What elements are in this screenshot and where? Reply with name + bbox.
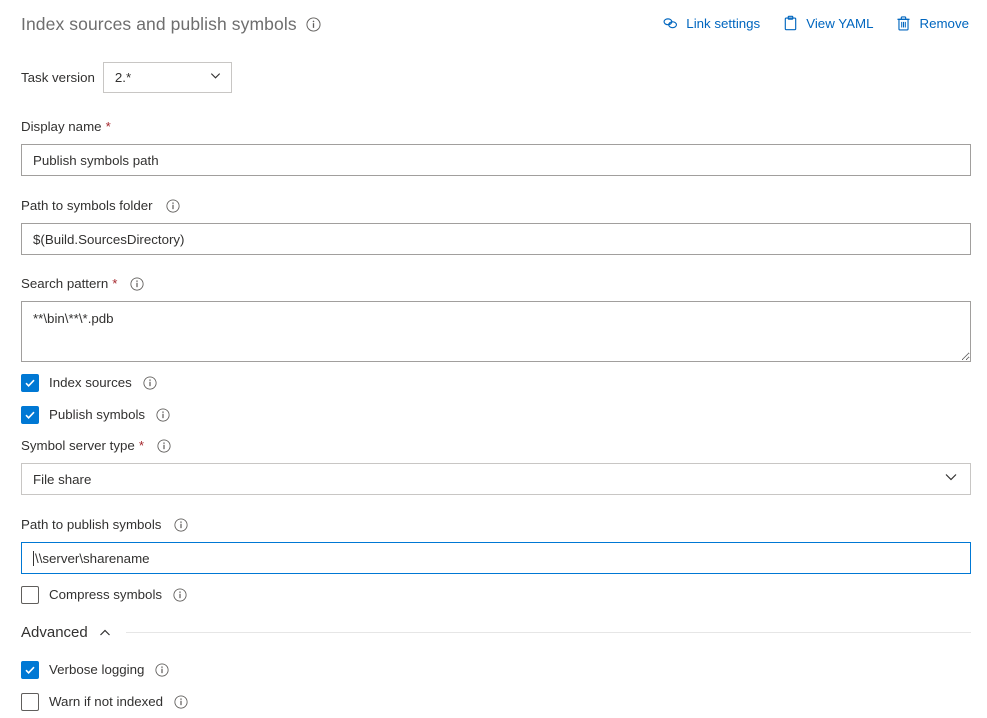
link-icon: [662, 15, 679, 32]
view-yaml-button[interactable]: View YAML: [782, 15, 873, 32]
display-name-label-text: Display name: [21, 118, 102, 135]
verbose-logging-label[interactable]: Verbose logging: [49, 662, 144, 677]
symbol-server-type-select[interactable]: File share: [21, 463, 971, 495]
index-sources-label[interactable]: Index sources: [49, 375, 132, 390]
display-name-label: Display name *: [21, 118, 971, 135]
info-icon[interactable]: [143, 376, 157, 390]
info-icon[interactable]: [173, 588, 187, 602]
trash-icon: [895, 15, 912, 32]
display-name-field: Display name *: [0, 118, 987, 176]
info-icon[interactable]: [306, 17, 321, 32]
warn-if-not-indexed-checkbox[interactable]: [21, 693, 39, 711]
symbol-server-type-value: File share: [22, 472, 91, 487]
required-asterisk: *: [112, 275, 117, 292]
info-icon[interactable]: [166, 199, 180, 213]
task-version-label: Task version: [21, 70, 95, 85]
view-yaml-label: View YAML: [806, 17, 873, 30]
info-icon[interactable]: [156, 408, 170, 422]
path-to-symbols-folder-label: Path to symbols folder: [21, 197, 971, 214]
page-title-row: Index sources and publish symbols: [21, 14, 321, 35]
panel-header: Index sources and publish symbols Link s…: [0, 0, 987, 56]
chevron-down-icon: [209, 69, 222, 87]
info-icon[interactable]: [157, 439, 171, 453]
advanced-title: Advanced: [21, 624, 88, 641]
chevron-up-icon[interactable]: [98, 626, 112, 640]
verbose-logging-checkbox-row[interactable]: Verbose logging: [0, 659, 987, 680]
required-asterisk: *: [106, 118, 111, 135]
task-form: Display name * Path to symbols folder: [0, 118, 987, 712]
advanced-section-header[interactable]: Advanced: [0, 624, 987, 641]
path-to-publish-symbols-input[interactable]: \\server\sharename: [21, 542, 971, 574]
compress-symbols-label[interactable]: Compress symbols: [49, 587, 162, 602]
required-asterisk: *: [139, 437, 144, 454]
search-pattern-field: Search pattern * **\bin\**\*.pdb: [0, 275, 987, 362]
chevron-down-icon: [944, 470, 958, 489]
publish-symbols-checkbox[interactable]: [21, 406, 39, 424]
page-title: Index sources and publish symbols: [21, 14, 297, 35]
info-icon[interactable]: [174, 695, 188, 709]
verbose-logging-checkbox[interactable]: [21, 661, 39, 679]
link-settings-button[interactable]: Link settings: [662, 15, 760, 32]
warn-if-not-indexed-checkbox-row[interactable]: Warn if not indexed: [0, 691, 987, 712]
clipboard-icon: [782, 15, 799, 32]
text-caret: [33, 551, 34, 566]
info-icon[interactable]: [155, 663, 169, 677]
search-pattern-label: Search pattern *: [21, 275, 971, 292]
path-to-publish-symbols-field: Path to publish symbols \\server\sharena…: [0, 516, 987, 574]
info-icon[interactable]: [130, 277, 144, 291]
symbol-server-type-label-text: Symbol server type: [21, 437, 135, 454]
task-version-select[interactable]: 2.*: [103, 62, 232, 93]
info-icon[interactable]: [174, 518, 188, 532]
symbol-server-type-field: Symbol server type * File share: [0, 437, 987, 495]
warn-if-not-indexed-label[interactable]: Warn if not indexed: [49, 694, 163, 709]
advanced-divider: [126, 632, 971, 633]
task-version-row: Task version 2.*: [21, 62, 232, 93]
header-actions: Link settings View YAML: [662, 15, 969, 32]
symbol-server-type-label: Symbol server type *: [21, 437, 971, 454]
search-pattern-label-text: Search pattern: [21, 275, 108, 292]
remove-button[interactable]: Remove: [895, 15, 969, 32]
path-to-publish-symbols-label: Path to publish symbols: [21, 516, 971, 533]
task-config-panel: Index sources and publish symbols Link s…: [0, 0, 987, 718]
index-sources-checkbox-row[interactable]: Index sources: [0, 372, 987, 393]
path-to-symbols-folder-label-text: Path to symbols folder: [21, 197, 153, 214]
index-sources-checkbox[interactable]: [21, 374, 39, 392]
publish-symbols-label[interactable]: Publish symbols: [49, 407, 145, 422]
display-name-input[interactable]: [21, 144, 971, 176]
path-to-symbols-folder-field: Path to symbols folder: [0, 197, 987, 255]
publish-symbols-checkbox-row[interactable]: Publish symbols: [0, 404, 987, 425]
search-pattern-textarea[interactable]: **\bin\**\*.pdb: [21, 301, 971, 362]
path-to-publish-symbols-label-text: Path to publish symbols: [21, 516, 161, 533]
remove-label: Remove: [919, 17, 969, 30]
task-version-value: 2.*: [104, 70, 131, 85]
path-to-publish-symbols-value: \\server\sharename: [35, 551, 150, 566]
link-settings-label: Link settings: [686, 17, 760, 30]
compress-symbols-checkbox-row[interactable]: Compress symbols: [0, 584, 987, 605]
compress-symbols-checkbox[interactable]: [21, 586, 39, 604]
path-to-symbols-folder-input[interactable]: [21, 223, 971, 255]
